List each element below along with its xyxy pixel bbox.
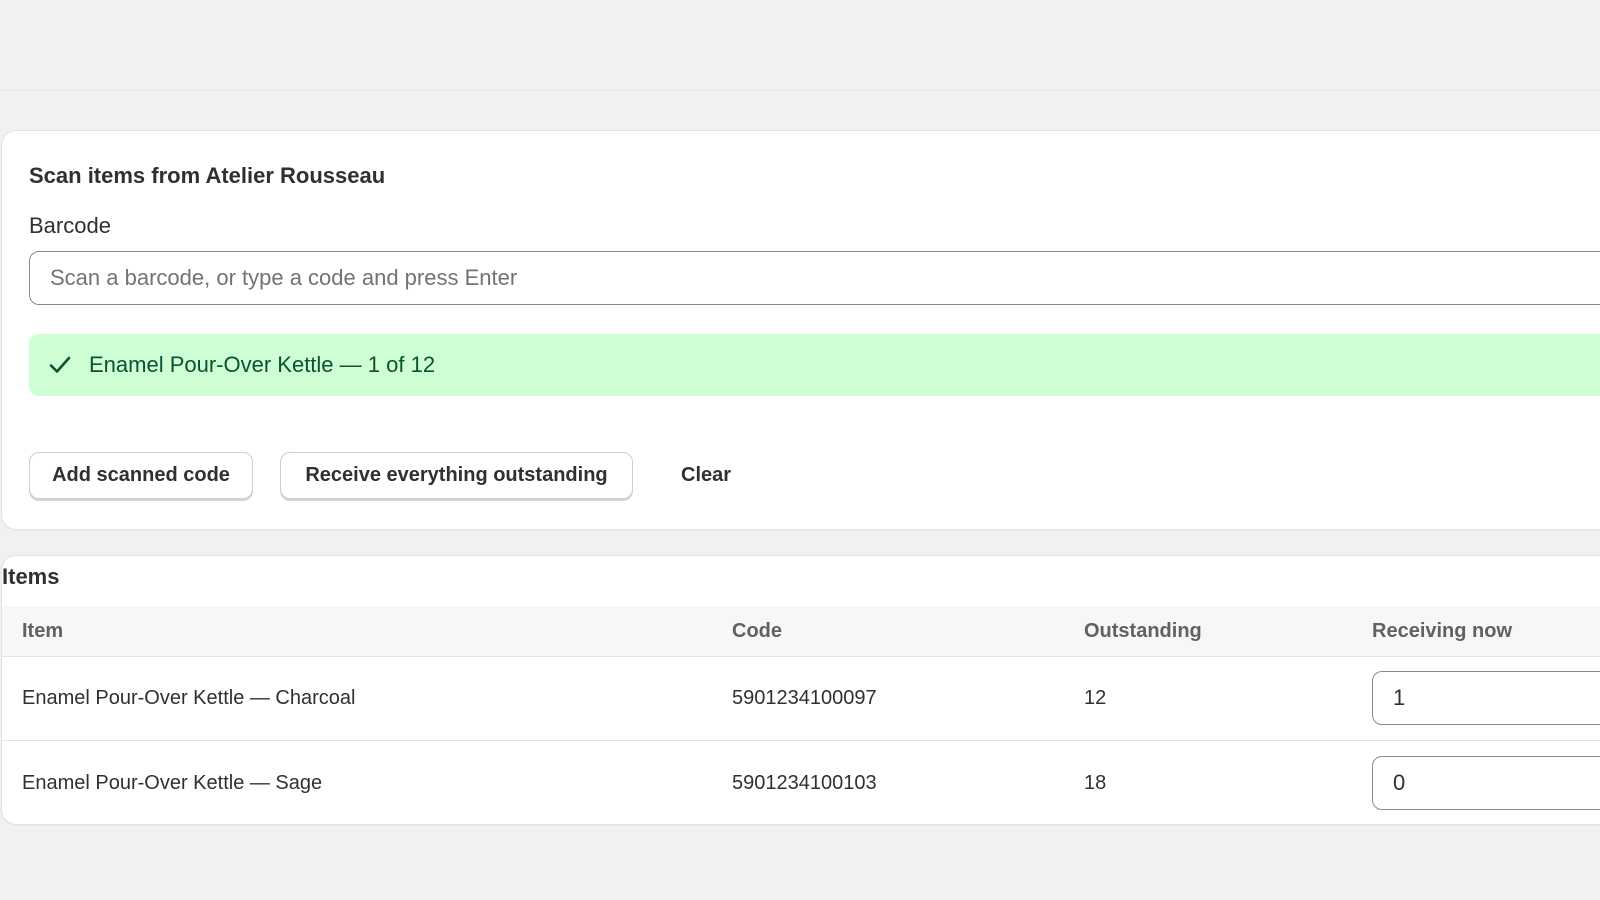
clear-button[interactable]: Clear bbox=[667, 452, 745, 499]
table-row: Enamel Pour-Over Kettle — Charcoal 59012… bbox=[2, 656, 1600, 741]
items-title: Items bbox=[2, 564, 60, 589]
top-bar bbox=[0, 0, 1600, 91]
column-header-code: Code bbox=[732, 620, 782, 642]
column-header-outstanding: Outstanding bbox=[1084, 620, 1202, 642]
barcode-label: Barcode bbox=[29, 213, 111, 238]
item-name: Enamel Pour-Over Kettle — Charcoal bbox=[22, 687, 356, 709]
add-scanned-code-button[interactable]: Add scanned code bbox=[29, 452, 253, 499]
column-header-receiving-now: Receiving now bbox=[1372, 620, 1513, 642]
scan-result-message: Enamel Pour-Over Kettle — 1 of 12 bbox=[89, 352, 436, 377]
checkmark-icon bbox=[47, 352, 73, 378]
item-outstanding: 12 bbox=[1084, 687, 1107, 709]
column-header-item: Item bbox=[22, 620, 64, 642]
table-header: Item Code Outstanding Receiving now bbox=[2, 606, 1600, 657]
receiving-now-input[interactable] bbox=[1372, 756, 1600, 810]
scan-card: Scan items from Atelier Rousseau Barcode… bbox=[2, 131, 1600, 529]
item-name: Enamel Pour-Over Kettle — Sage bbox=[22, 772, 323, 794]
scan-result-banner: Enamel Pour-Over Kettle — 1 of 12 bbox=[29, 334, 1600, 396]
item-code: 5901234100103 bbox=[732, 772, 877, 794]
item-outstanding: 18 bbox=[1084, 772, 1107, 794]
scan-title: Scan items from Atelier Rousseau bbox=[29, 163, 386, 188]
barcode-input[interactable] bbox=[29, 251, 1600, 305]
table-row: Enamel Pour-Over Kettle — Sage 590123410… bbox=[2, 741, 1600, 824]
item-code: 5901234100097 bbox=[732, 687, 877, 709]
items-card: Items Item Code Outstanding Receiving no… bbox=[2, 556, 1600, 824]
receiving-now-input[interactable] bbox=[1372, 671, 1600, 725]
receive-everything-button[interactable]: Receive everything outstanding bbox=[280, 452, 633, 499]
